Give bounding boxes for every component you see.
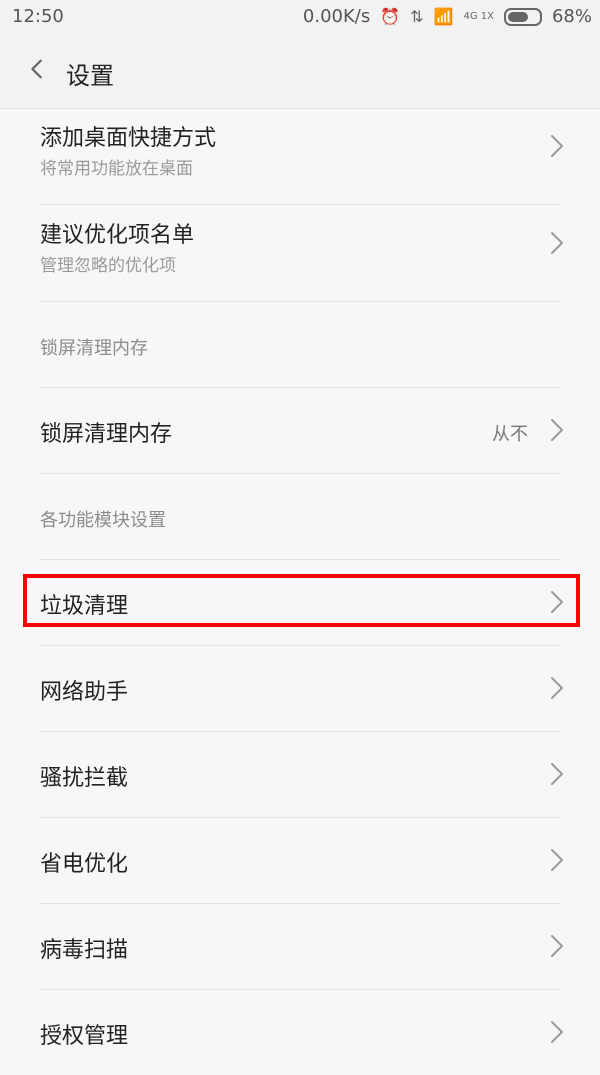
section-header-modules: 各功能模块设置 [0, 474, 600, 559]
signal-icon: 📶 [433, 7, 454, 26]
settings-item-junk-cleanup[interactable]: 垃圾清理 [0, 560, 600, 645]
settings-item-permission-management[interactable]: 授权管理 [0, 990, 600, 1075]
alarm-icon: ⏰ [380, 7, 401, 26]
battery-percent: 68% [551, 6, 592, 27]
chevron-right-icon [551, 677, 563, 699]
section-header-lock-cleanup: 锁屏清理内存 [0, 302, 600, 387]
settings-item-add-shortcut[interactable]: 添加桌面快捷方式 将常用功能放在桌面 [0, 108, 600, 204]
chevron-right-icon [551, 1021, 563, 1043]
section-title: 各功能模块设置 [40, 510, 166, 531]
chevron-right-icon [551, 763, 563, 785]
settings-item-label: 病毒扫描 [40, 938, 129, 963]
battery-level [507, 11, 528, 22]
section-title: 锁屏清理内存 [40, 338, 148, 359]
battery-icon [503, 7, 542, 26]
settings-item-label: 骚扰拦截 [40, 766, 129, 791]
settings-item-virus-scan[interactable]: 病毒扫描 [0, 904, 600, 989]
page-title: 设置 [66, 62, 114, 90]
chevron-right-icon [551, 232, 563, 254]
back-icon[interactable] [26, 58, 48, 80]
chevron-right-icon [551, 135, 563, 157]
settings-item-label: 锁屏清理内存 [40, 422, 173, 447]
settings-item-subtitle: 管理忽略的优化项 [40, 256, 176, 276]
settings-item-label: 建议优化项名单 [40, 223, 195, 248]
settings-item-label: 授权管理 [40, 1024, 129, 1049]
settings-item-lock-cleanup[interactable]: 锁屏清理内存 从不 [0, 388, 600, 473]
status-bar: 12:50 0.00K/s ⏰ ⇅ 📶 4G 1X 68% [0, 0, 600, 34]
settings-item-label: 网络助手 [40, 680, 129, 705]
net-speed: 0.00K/s [302, 6, 371, 27]
settings-item-value: 从不 [492, 424, 528, 445]
settings-item-label: 垃圾清理 [40, 594, 129, 619]
settings-item-label: 添加桌面快捷方式 [40, 126, 217, 151]
app-header: 设置 [0, 34, 600, 109]
status-time: 12:50 [12, 6, 64, 27]
chevron-right-icon [551, 419, 563, 441]
settings-item-subtitle: 将常用功能放在桌面 [40, 159, 193, 179]
settings-item-network-assistant[interactable]: 网络助手 [0, 646, 600, 731]
data-sync-icon: ⇅ [410, 7, 424, 26]
chevron-right-icon [551, 849, 563, 871]
settings-item-label: 省电优化 [40, 852, 129, 877]
settings-list: 添加桌面快捷方式 将常用功能放在桌面 建议优化项名单 管理忽略的优化项 锁屏清理… [0, 108, 600, 1075]
settings-item-harassment-block[interactable]: 骚扰拦截 [0, 732, 600, 817]
network-type: 4G 1X [463, 11, 494, 22]
settings-item-power-optimization[interactable]: 省电优化 [0, 818, 600, 903]
chevron-right-icon [551, 591, 563, 613]
status-right: 0.00K/s ⏰ ⇅ 📶 4G 1X 68% [303, 6, 592, 27]
chevron-right-icon [551, 935, 563, 957]
settings-item-optimization-list[interactable]: 建议优化项名单 管理忽略的优化项 [0, 205, 600, 301]
